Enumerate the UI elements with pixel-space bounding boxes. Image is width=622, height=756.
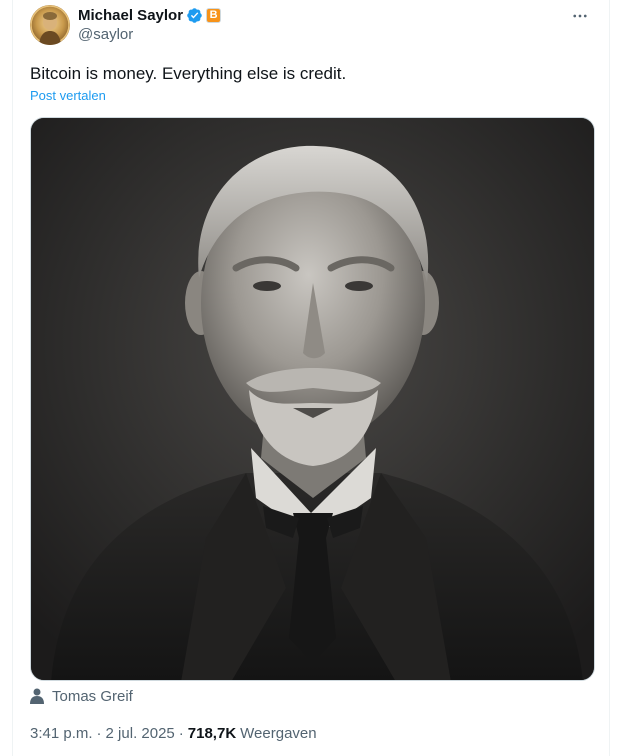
more-options-button[interactable] — [568, 6, 592, 26]
more-dots-icon — [573, 14, 587, 18]
tagged-person[interactable]: Tomas Greif — [30, 686, 133, 706]
meta-separator: · — [178, 724, 184, 742]
views-count[interactable]: 718,7K — [188, 725, 236, 742]
translate-post-link[interactable]: Post vertalen — [30, 88, 106, 103]
portrait-image — [31, 118, 594, 680]
tagged-person-name[interactable]: Tomas Greif — [52, 688, 133, 705]
verified-badge-icon[interactable] — [186, 7, 203, 24]
person-icon — [30, 688, 44, 704]
views-label: Weergaven — [240, 724, 317, 742]
display-name[interactable]: Michael Saylor — [78, 7, 183, 24]
avatar[interactable] — [30, 5, 70, 45]
tweet-image[interactable] — [30, 117, 595, 681]
tweet-header: Michael Saylor B @saylor — [30, 4, 222, 46]
author-handle[interactable]: @saylor — [78, 25, 221, 45]
meta-separator: · — [96, 724, 102, 742]
post-date[interactable]: 2 jul. 2025 — [106, 725, 175, 742]
author-names: Michael Saylor B @saylor — [78, 5, 222, 45]
name-row: Michael Saylor B — [78, 5, 222, 25]
tweet-meta: 3:41 p.m. · 2 jul. 2025 · 718,7K Weergav… — [30, 723, 317, 743]
tweet-text: Bitcoin is money. Everything else is cre… — [30, 64, 347, 83]
affiliate-badge-icon[interactable]: B — [206, 7, 222, 23]
post-time[interactable]: 3:41 p.m. — [30, 725, 93, 742]
